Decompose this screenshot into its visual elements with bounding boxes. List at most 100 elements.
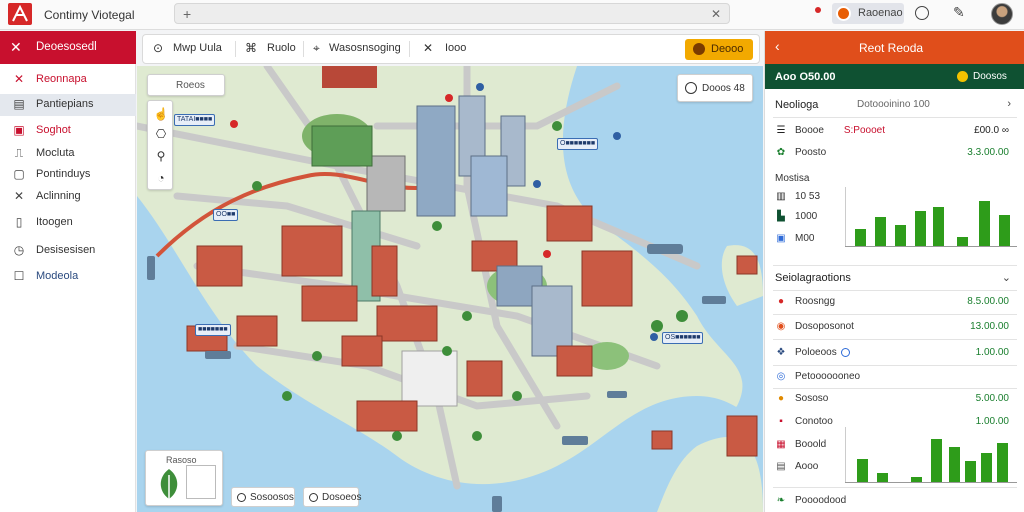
- section-title: Seiolagraotions: [775, 272, 851, 284]
- calendar-icon: ▣: [776, 233, 786, 244]
- map-label[interactable]: ■■■■■■■: [195, 324, 231, 336]
- grid-icon: ▤: [776, 461, 786, 472]
- map-search-chip[interactable]: Roeos: [147, 74, 225, 96]
- list-row[interactable]: ❖ Poloeoos 1.00.00: [765, 343, 1024, 363]
- chart-bar: [933, 207, 944, 247]
- map-status-chip[interactable]: Dooos 48: [677, 74, 753, 102]
- metric-value: £00.0 ∞: [974, 125, 1009, 136]
- toolbar-item-routes[interactable]: Ruolo: [267, 42, 296, 54]
- chevron-right-icon[interactable]: ›: [1007, 98, 1011, 110]
- red-dot-icon: ●: [777, 296, 785, 307]
- map-label[interactable]: O■■■■■■■: [557, 138, 599, 150]
- pin-icon[interactable]: ⌖: [313, 41, 320, 56]
- sidebar-item-label: Pantiepians: [36, 98, 94, 110]
- back-arrow-icon[interactable]: ‹: [775, 38, 780, 54]
- toolbar-divider: [409, 41, 410, 57]
- list-row[interactable]: ◎ Petooooooneo: [765, 367, 1024, 387]
- chart-bar: [915, 211, 926, 247]
- avatar[interactable]: [991, 3, 1013, 25]
- map-status-label: Dooos 48: [702, 83, 745, 94]
- toolbar-divider: [303, 41, 304, 57]
- divider: [773, 265, 1017, 266]
- toolbar-item-measuring[interactable]: Wasosnsoging: [329, 42, 401, 54]
- summary-value: Aoo O50.00: [775, 71, 836, 83]
- close-icon[interactable]: ✕: [711, 7, 721, 21]
- row-label: Roosngg: [795, 296, 836, 307]
- toolbar-action-button[interactable]: Deooo: [685, 39, 753, 60]
- camera-icon[interactable]: ⌘: [245, 41, 257, 55]
- sidebar-item-label: Reonnapa: [36, 73, 87, 85]
- map-label[interactable]: OO■■: [213, 209, 239, 221]
- row-label: Conotoo: [795, 416, 833, 427]
- info-icon[interactable]: ◔: [153, 171, 169, 187]
- section-subtitle: Dotoooinino 100: [857, 99, 930, 110]
- pointer-icon[interactable]: ☝: [153, 107, 169, 123]
- sidebar-item-reonnapa[interactable]: ✕ Reonnapa: [0, 69, 136, 91]
- map-pill-2[interactable]: Dosoeos: [303, 487, 362, 507]
- section-header-2[interactable]: Seiolagraotions ⌄: [765, 267, 1024, 289]
- leaf-icon: ❧: [776, 495, 786, 506]
- toolbar-item-map-view[interactable]: Mwp Uula: [173, 42, 222, 54]
- sidebar-item-modeola[interactable]: ☐ Modeola: [0, 266, 136, 288]
- list-row[interactable]: ◉ Dosoposonot 13.00.00: [765, 317, 1024, 337]
- row-value: 13.00.00: [970, 321, 1009, 332]
- target-icon: [237, 493, 246, 502]
- tools-icon[interactable]: ✕: [423, 41, 433, 55]
- sidebar-item-pontinduys[interactable]: ▢ Pontinduys: [0, 164, 136, 186]
- sidebar-item-label: Pontinduys: [36, 168, 91, 180]
- sidebar-header[interactable]: ✕ Deoesosedl: [0, 31, 136, 64]
- flag-icon: ▪: [779, 416, 783, 427]
- sidebar-item-pantiepians[interactable]: ▤ Pantiepians: [0, 94, 136, 116]
- map-legend[interactable]: Rasoso: [145, 450, 223, 506]
- sidebar-item-itoogen[interactable]: ▯ Itoogen: [0, 212, 136, 234]
- metric-row[interactable]: ☰ Boooe S:Poooet £00.0 ∞: [765, 121, 1024, 141]
- list-row[interactable]: ● Sososo 5.00.00: [765, 389, 1024, 409]
- sidebar-item-soghot[interactable]: ▣ Soghot: [0, 120, 136, 142]
- map-canvas[interactable]: TATAI■■■■ O■■■■■■■ OO■■ ■■■■■■■ OS■■■■■■…: [137, 66, 763, 512]
- panel-footer-row[interactable]: ❧ Poooodood: [765, 491, 1024, 511]
- search-icon[interactable]: ⚲: [153, 149, 169, 165]
- pill-label: Dosoeos: [322, 492, 362, 503]
- clock-icon: ◷: [13, 243, 25, 257]
- sidebar-item-aclinning[interactable]: ✕ Aclinning: [0, 186, 136, 208]
- list-row[interactable]: ● Roosngg 8.5.00.00: [765, 292, 1024, 312]
- record-icon: [693, 43, 705, 55]
- section-header-1[interactable]: Neolioga Dotoooinino 100 ›: [765, 94, 1024, 116]
- chart-bar: [965, 461, 976, 483]
- clock-icon[interactable]: [915, 6, 929, 20]
- sidebar-item-desisesisen[interactable]: ◷ Desisesisen: [0, 240, 136, 262]
- map-pill-1[interactable]: Sosoosos: [231, 487, 295, 507]
- record-icon: [836, 6, 851, 21]
- leaf-icon: [160, 469, 178, 499]
- info-badge-icon: [841, 348, 850, 357]
- map-label[interactable]: OS■■■■■■: [662, 332, 704, 344]
- toolbar-item-tools[interactable]: Iooo: [445, 42, 466, 54]
- edit-icon[interactable]: ✎: [953, 4, 965, 21]
- row-value: 1.00.00: [975, 416, 1009, 427]
- search-bar[interactable]: + ✕: [174, 3, 730, 24]
- metric-row[interactable]: ✿ Poosto 3.3.00.00: [765, 143, 1024, 163]
- row-value: 1.00.00: [975, 347, 1009, 358]
- settings-icon[interactable]: ⊙: [153, 41, 163, 55]
- legend-swatch: [186, 465, 216, 499]
- chart-legend-label: 1000: [795, 211, 818, 222]
- layers-icon[interactable]: ⎔: [153, 127, 169, 143]
- mini-bar-chart-1: [845, 187, 1017, 247]
- row-label: Booold: [795, 439, 827, 450]
- location-icon: ◎: [776, 371, 786, 382]
- notification-pin-icon[interactable]: [815, 7, 821, 13]
- chart-legend-label: 10 53: [795, 191, 821, 202]
- close-icon[interactable]: ✕: [10, 39, 22, 56]
- gear-icon: ✿: [776, 147, 786, 158]
- app-logo[interactable]: [8, 3, 32, 25]
- sidebar-item-mocluta[interactable]: ⎍ Mocluta: [0, 143, 136, 165]
- app-title: Contimy Viotegal: [44, 8, 135, 22]
- chevron-down-icon[interactable]: ⌄: [1002, 271, 1011, 284]
- map-label[interactable]: TATAI■■■■: [174, 114, 216, 126]
- top-action-button[interactable]: Raoenao: [832, 3, 904, 24]
- pill-label: Sosoosos: [250, 492, 294, 503]
- row-label: Petooooooneo: [795, 371, 861, 382]
- divider: [773, 339, 1017, 340]
- plus-icon[interactable]: +: [183, 6, 191, 22]
- chart-bar: [895, 225, 906, 247]
